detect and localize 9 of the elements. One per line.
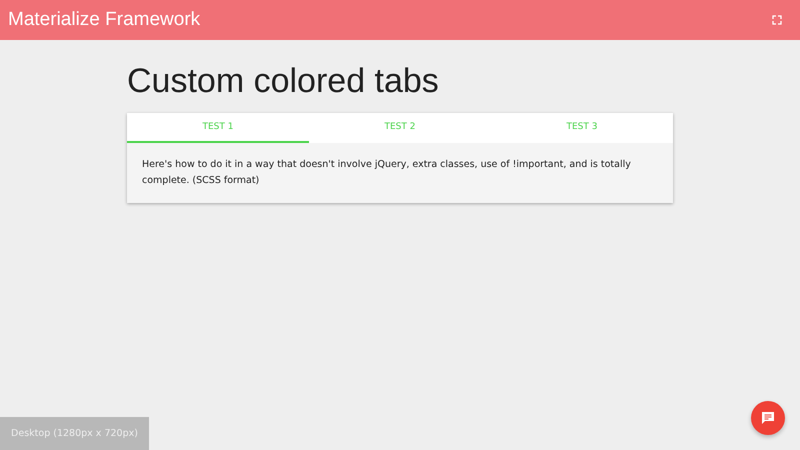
chat-button[interactable] xyxy=(751,401,785,435)
page-heading: Custom colored tabs xyxy=(127,62,440,101)
chat-icon xyxy=(761,411,775,425)
tab[interactable]: TEST 2 xyxy=(309,113,491,143)
tab[interactable]: TEST 1 xyxy=(127,113,309,143)
tab-content-text: Here's how to do it in a way that doesn't involve jQuery, extra classes, use of !important, and is totally complete. (SCSS format) xyxy=(141,158,632,188)
tab[interactable]: TEST 3 xyxy=(491,113,673,143)
app-title: Materialize Framework xyxy=(8,9,200,31)
fullscreen-icon[interactable] xyxy=(772,15,782,25)
